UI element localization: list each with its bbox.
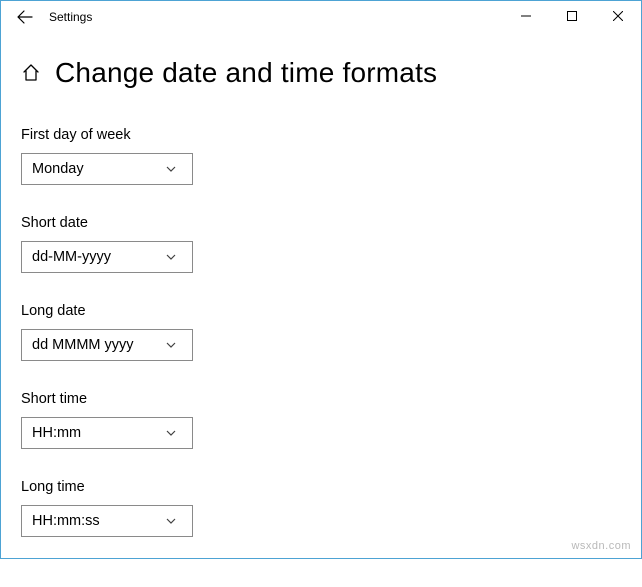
short-time-select[interactable]: HH:mm — [21, 417, 193, 449]
long-time-select[interactable]: HH:mm:ss — [21, 505, 193, 537]
chevron-down-icon — [156, 427, 186, 439]
page-header: Change date and time formats — [21, 57, 621, 89]
minimize-button[interactable] — [503, 1, 549, 31]
field-label: Long time — [21, 479, 621, 495]
field-long-date: Long date dd MMMM yyyy — [21, 303, 621, 361]
back-button[interactable] — [9, 1, 41, 33]
minimize-icon — [521, 11, 531, 21]
window-title: Settings — [49, 10, 92, 24]
field-short-date: Short date dd-MM-yyyy — [21, 215, 621, 273]
field-label: Short time — [21, 391, 621, 407]
content-area: Change date and time formats First day o… — [1, 33, 641, 587]
page-title: Change date and time formats — [55, 57, 437, 89]
field-short-time: Short time HH:mm — [21, 391, 621, 449]
watermark: wsxdn.com — [571, 540, 631, 552]
field-label: First day of week — [21, 127, 621, 143]
chevron-down-icon — [156, 251, 186, 263]
select-value: HH:mm:ss — [32, 513, 156, 529]
arrow-left-icon — [17, 9, 33, 25]
maximize-icon — [567, 11, 577, 21]
select-value: dd-MM-yyyy — [32, 249, 156, 265]
chevron-down-icon — [156, 515, 186, 527]
field-first-day-of-week: First day of week Monday — [21, 127, 621, 185]
home-button[interactable] — [21, 63, 41, 83]
field-long-time: Long time HH:mm:ss — [21, 479, 621, 537]
chevron-down-icon — [156, 163, 186, 175]
field-label: Long date — [21, 303, 621, 319]
short-date-select[interactable]: dd-MM-yyyy — [21, 241, 193, 273]
home-icon — [21, 63, 41, 83]
long-date-select[interactable]: dd MMMM yyyy — [21, 329, 193, 361]
first-day-of-week-select[interactable]: Monday — [21, 153, 193, 185]
select-value: Monday — [32, 161, 156, 177]
chevron-down-icon — [156, 339, 186, 351]
field-label: Short date — [21, 215, 621, 231]
select-value: HH:mm — [32, 425, 156, 441]
close-icon — [613, 11, 623, 21]
maximize-button[interactable] — [549, 1, 595, 31]
close-button[interactable] — [595, 1, 641, 31]
window-controls — [503, 1, 641, 31]
select-value: dd MMMM yyyy — [32, 337, 156, 353]
